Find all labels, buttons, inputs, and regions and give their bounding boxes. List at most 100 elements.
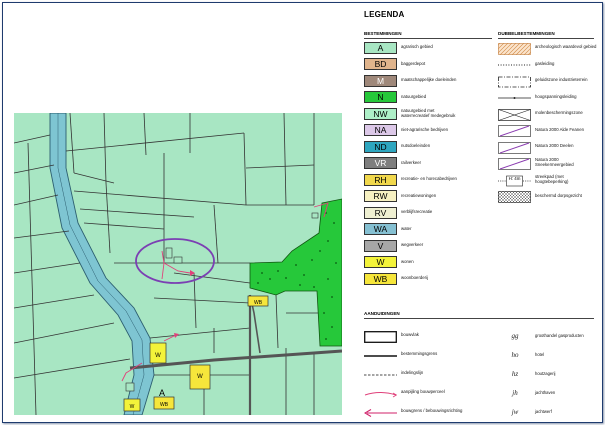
- zoning-swatch: VR: [364, 157, 397, 169]
- aanduiding-swatch: [364, 368, 397, 380]
- zoning-label: agrarisch gebied: [401, 44, 433, 50]
- dubbel-swatch: [498, 124, 531, 137]
- zoning-label: natuurgebied met waterrecreatief medegeb…: [401, 107, 456, 118]
- cross-box-icon: [498, 108, 531, 121]
- zoning-swatch: V: [364, 239, 397, 252]
- zoning-label: verblijfsrecreatie: [401, 209, 433, 215]
- legend-row-n[interactable]: Nnatuurgebied: [364, 91, 463, 104]
- zoning-label: wonen: [401, 258, 414, 264]
- aanduiding-label: aanpijling bouwperceel: [401, 389, 445, 395]
- code-row[interactable]: gg groothandel gasproducten: [500, 329, 584, 342]
- aanduiding-swatch: [363, 406, 397, 418]
- dubbel-row[interactable]: Natura 2000 Deelen: [498, 140, 597, 154]
- dubbelbestemmingen-heading: DUBBELBESTEMMINGEN: [498, 31, 594, 39]
- function-code: jh: [512, 388, 518, 397]
- dubbel-row[interactable]: gasleiding: [498, 58, 597, 71]
- dubbel-label: Natura 2000 Sneekermeergebied: [535, 157, 574, 167]
- pink-arrow-icon: [363, 408, 397, 417]
- dubbel-label: streekpad (met hoogtebeperking): [535, 173, 569, 184]
- function-code: ho: [511, 350, 519, 359]
- legend-row-wb[interactable]: WB woonboerderij: [364, 272, 463, 285]
- dubbel-swatch: [498, 75, 531, 87]
- zoning-swatch: N: [364, 91, 397, 103]
- zoning-swatch: WB: [364, 272, 397, 285]
- zoning-swatch: NA: [364, 124, 397, 136]
- aanduiding-swatch: [364, 387, 398, 399]
- dubbel-swatch: [498, 141, 531, 154]
- zoning-label: natuurgebied: [401, 93, 427, 99]
- zoning-swatch: W: [364, 256, 397, 268]
- dubbel-swatch: H: 4m: [498, 174, 531, 186]
- dubbel-row[interactable]: geluidszone industrieterrein: [498, 74, 597, 87]
- code-row[interactable]: hz houtzagerij: [500, 367, 556, 380]
- legend-row-nw[interactable]: NW natuurgebied met waterrecreatief medeg…: [364, 107, 463, 120]
- dubbel-row[interactable]: archeologisch waardevol gebied: [487, 41, 597, 55]
- code-row[interactable]: jw jachtwerf: [500, 405, 552, 418]
- legend-row-nd[interactable]: ND nutsdoeleinden: [364, 140, 463, 153]
- zoning-label: railverkeer: [401, 159, 422, 165]
- code-row[interactable]: jh jachthaven: [500, 386, 555, 399]
- zoning-label: maatschappelijke doeleinden: [401, 77, 457, 83]
- pink-curve-icon: [364, 391, 398, 397]
- purple-diagonal-icon: [498, 141, 531, 154]
- dubbel-row[interactable]: Natura 2000 Sneekermeergebied: [498, 157, 597, 170]
- dotted-line-icon: [498, 64, 531, 66]
- dubbel-row[interactable]: H: 4m streekpad (met hoogtebeperking): [498, 173, 597, 186]
- dubbel-label: archeologisch waardevol gebied: [535, 44, 597, 50]
- legend-title: LEGENDA: [364, 10, 405, 19]
- legend-row-bd[interactable]: BD baggerdepot: [364, 58, 463, 71]
- legend-row-w[interactable]: Wwonen: [364, 256, 463, 269]
- aanduiding-label: bestemmingsgrens: [401, 351, 438, 357]
- aanduiding-row[interactable]: aanpijling bouwperceel: [364, 386, 481, 399]
- dubbel-row[interactable]: molenbeschermingszone: [498, 107, 597, 121]
- legend-row-a[interactable]: Aagrarisch gebied: [364, 41, 463, 54]
- dubbel-swatch: [498, 58, 531, 70]
- hatch-orange-icon: [487, 42, 541, 55]
- dubbel-row[interactable]: hoogspanningsleiding: [498, 91, 597, 104]
- legend-row-rh[interactable]: RH recreatie- en horecabedrijven: [364, 173, 463, 186]
- aanduiding-label: bouwvlak: [401, 332, 419, 338]
- dot-line-icon: [498, 97, 531, 99]
- legend-row-m[interactable]: Mmaatschappelijke doeleinden: [364, 74, 463, 87]
- zoning-swatch: A: [364, 41, 397, 54]
- function-code: hz: [511, 369, 519, 378]
- aanduidingen-heading: AANDUIDINGEN: [364, 311, 594, 319]
- zoning-swatch: NW: [364, 107, 397, 120]
- legend-row-wa[interactable]: WA water: [364, 223, 463, 236]
- zoning-swatch: RH: [364, 173, 397, 186]
- function-code: gg: [511, 331, 519, 340]
- zoning-label: water: [401, 225, 412, 231]
- aanduiding-row[interactable]: indelingslijn: [364, 367, 481, 380]
- dubbel-swatch: [498, 157, 531, 170]
- dubbel-label: geluidszone industrieterrein: [535, 77, 588, 83]
- dubbel-label: Natura 2000 Alde Feanen: [535, 126, 584, 132]
- aanduiding-row[interactable]: bouwgrens / bebouwingsrichting: [363, 405, 481, 418]
- dubbel-label: beschermd dorpsgezicht: [535, 192, 582, 198]
- zoning-swatch: RW: [364, 190, 397, 202]
- aanduiding-row[interactable]: bestemmingsgrens: [364, 348, 481, 361]
- streekpad-badge: H: 4m: [508, 175, 521, 181]
- dubbel-row[interactable]: beschermd dorpsgezicht: [487, 190, 597, 204]
- legend-row-na[interactable]: NA niet-agrarische bedrijven: [364, 124, 463, 137]
- code-row[interactable]: ho hotel: [500, 348, 545, 361]
- legend-row-v[interactable]: Vwegverkeer: [364, 239, 463, 252]
- legend-row-rv[interactable]: RV verblijfsrecreatie: [364, 206, 463, 219]
- dubbel-label: hoogspanningsleiding: [535, 93, 577, 99]
- legend-row-rw[interactable]: RW recreatiewoningen: [364, 190, 463, 203]
- aanduiding-row[interactable]: bouwvlak: [364, 329, 481, 343]
- box-icon: [364, 330, 397, 343]
- function-code: jw: [511, 407, 519, 416]
- zoning-label: recreatiewoningen: [401, 192, 437, 198]
- function-label: hotel: [535, 352, 545, 357]
- function-label: jachthaven: [535, 390, 556, 395]
- dubbel-swatch: [487, 190, 543, 204]
- dubbel-row[interactable]: Natura 2000 Alde Feanen: [498, 124, 597, 137]
- aanduiding-swatch: [364, 349, 397, 361]
- zoning-map[interactable]: W W WB WB W A: [14, 113, 342, 415]
- function-label: houtzagerij: [535, 371, 556, 376]
- map-label-wb-road: WB: [254, 300, 263, 306]
- map-label-a: A: [159, 388, 165, 398]
- map-label-wb-bottom: WB: [160, 402, 169, 408]
- zoning-swatch: RV: [364, 206, 397, 219]
- legend-row-vr[interactable]: VR railverkeer: [364, 157, 463, 170]
